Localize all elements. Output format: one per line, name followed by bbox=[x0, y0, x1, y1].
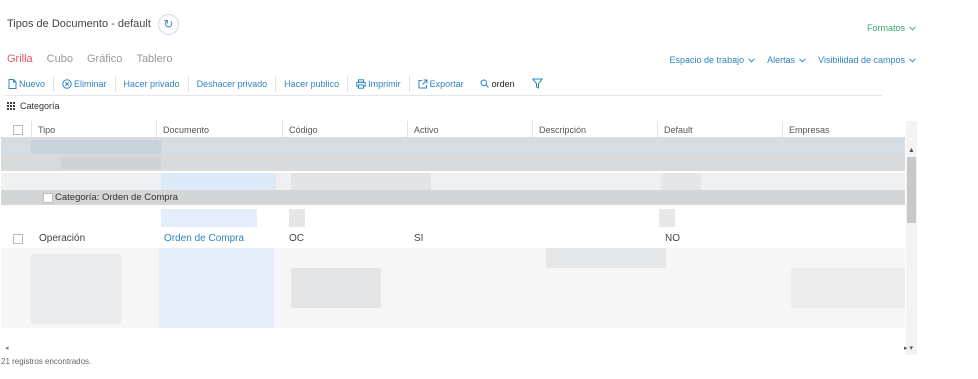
data-grid: Tipo Documento Código Activo Descripción… bbox=[1, 121, 917, 355]
record-count: 21 registros encontrados. bbox=[1, 357, 92, 366]
search-icon bbox=[480, 79, 489, 88]
formats-dropdown[interactable]: Formatos bbox=[867, 23, 916, 33]
cell-documento-link[interactable]: Orden de Compra bbox=[164, 233, 244, 244]
chevron-down-icon bbox=[748, 57, 755, 63]
column-header-documento[interactable]: Documento bbox=[156, 121, 282, 138]
view-tabs: Grilla Cubo Gráfico Tablero bbox=[7, 53, 173, 65]
row-checkbox[interactable] bbox=[13, 234, 23, 244]
export-button[interactable]: Exportar bbox=[410, 76, 472, 92]
workspace-menu[interactable]: Espacio de trabajo bbox=[670, 55, 756, 65]
column-header-codigo[interactable]: Código bbox=[282, 121, 407, 138]
make-private-button[interactable]: Hacer privado bbox=[116, 75, 189, 92]
group-bar: Categoría bbox=[7, 101, 60, 111]
tab-cubo[interactable]: Cubo bbox=[47, 53, 73, 65]
alerts-menu-label: Alertas bbox=[767, 55, 796, 65]
tab-tablero[interactable]: Tablero bbox=[136, 53, 172, 65]
select-all-checkbox[interactable] bbox=[13, 125, 23, 135]
scrollbar-thumb[interactable] bbox=[907, 157, 916, 223]
horizontal-scrollbar[interactable]: ◂ ▸ ▾ bbox=[1, 344, 917, 354]
field-visibility-menu-label: Visibilidad de campos bbox=[818, 55, 905, 65]
blurred-row bbox=[1, 173, 905, 190]
title-row: Tipos de Documento - default ↻ bbox=[7, 12, 179, 36]
filter-icon[interactable] bbox=[531, 78, 543, 89]
toolbar: Nuevo Eliminar Hacer privado Deshacer pr… bbox=[5, 72, 882, 96]
chevron-down-icon bbox=[909, 57, 916, 63]
cell-tipo: Operación bbox=[39, 233, 86, 244]
formats-label: Formatos bbox=[866, 23, 905, 33]
make-public-label: Hacer publico bbox=[284, 78, 340, 89]
page-title: Tipos de Documento - default bbox=[7, 18, 151, 30]
scroll-right-arrow-icon[interactable]: ▸ ▾ bbox=[904, 344, 913, 352]
new-button-label: Nuevo bbox=[19, 78, 46, 89]
group-row[interactable]: Categoría: Orden de Compra bbox=[1, 190, 905, 205]
alerts-menu[interactable]: Alertas bbox=[767, 55, 806, 65]
cell-activo: SI bbox=[414, 233, 424, 244]
field-visibility-menu[interactable]: Visibilidad de campos bbox=[818, 55, 916, 65]
print-icon bbox=[356, 78, 366, 89]
scroll-up-arrow-icon[interactable]: ▲ bbox=[908, 147, 915, 154]
workspace-menu-label: Espacio de trabajo bbox=[669, 55, 745, 65]
group-by-chip[interactable]: Categoría bbox=[20, 101, 60, 111]
undo-private-label: Deshacer privado bbox=[196, 78, 268, 89]
search-box bbox=[472, 78, 522, 89]
print-button-label: Imprimir bbox=[368, 78, 401, 89]
delete-button[interactable]: Eliminar bbox=[54, 75, 116, 92]
grid-header: Tipo Documento Código Activo Descripción… bbox=[1, 121, 907, 138]
new-button[interactable]: Nuevo bbox=[5, 75, 55, 92]
scroll-left-arrow-icon[interactable]: ◂ bbox=[5, 344, 9, 352]
blurred-row bbox=[1, 209, 905, 227]
cell-codigo: OC bbox=[289, 233, 304, 244]
refresh-icon: ↻ bbox=[163, 17, 174, 31]
delete-icon bbox=[62, 78, 72, 89]
new-document-icon bbox=[8, 78, 17, 89]
column-header-empresas[interactable]: Empresas bbox=[782, 121, 906, 138]
group-row-checkbox[interactable] bbox=[43, 192, 53, 203]
blurred-row bbox=[1, 248, 905, 328]
column-header-descripcion[interactable]: Descripción bbox=[532, 121, 657, 138]
column-header-default[interactable]: Default bbox=[657, 121, 782, 138]
table-row[interactable]: Operación Orden de Compra OC SI NO bbox=[1, 229, 905, 247]
cell-default: NO bbox=[665, 233, 680, 244]
chevron-down-icon bbox=[799, 57, 806, 63]
undo-private-button[interactable]: Deshacer privado bbox=[189, 75, 277, 92]
search-input[interactable] bbox=[491, 78, 522, 89]
export-button-label: Exportar bbox=[429, 78, 464, 89]
column-header-activo[interactable]: Activo bbox=[407, 121, 532, 138]
group-row-label: Categoría: Orden de Compra bbox=[55, 192, 179, 203]
export-icon bbox=[418, 79, 428, 88]
make-public-button[interactable]: Hacer publico bbox=[276, 75, 349, 92]
make-private-label: Hacer privado bbox=[123, 78, 180, 89]
chevron-down-icon bbox=[909, 25, 916, 31]
refresh-button[interactable]: ↻ bbox=[157, 13, 179, 35]
delete-button-label: Eliminar bbox=[74, 78, 107, 89]
vertical-scrollbar[interactable]: ▲ bbox=[906, 121, 917, 355]
tab-grilla[interactable]: Grilla bbox=[7, 53, 33, 65]
blurred-row bbox=[1, 137, 905, 173]
grid-icon bbox=[7, 102, 15, 110]
tab-grafico[interactable]: Gráfico bbox=[87, 53, 122, 65]
right-menus: Espacio de trabajo Alertas Visibilidad d… bbox=[670, 55, 916, 65]
column-header-tipo[interactable]: Tipo bbox=[31, 121, 155, 138]
print-button[interactable]: Imprimir bbox=[348, 75, 410, 92]
